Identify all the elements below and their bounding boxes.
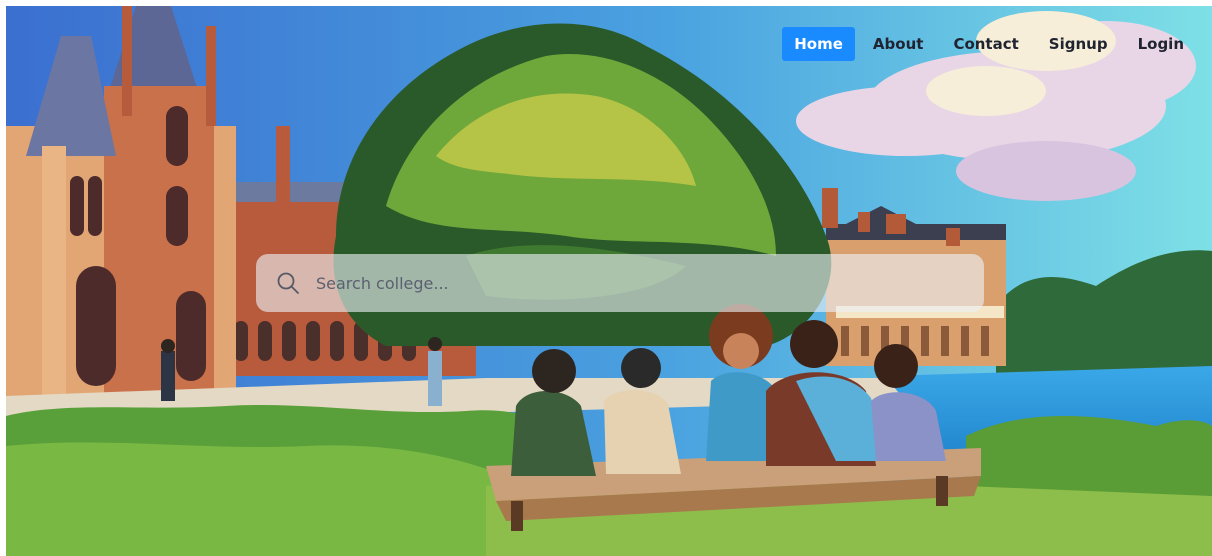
search-input[interactable] <box>314 272 918 294</box>
main-nav: Home About Contact Signup Login <box>782 27 1196 61</box>
nav-login[interactable]: Login <box>1126 27 1196 61</box>
nav-home[interactable]: Home <box>782 27 855 61</box>
nav-contact[interactable]: Contact <box>941 27 1030 61</box>
nav-signup[interactable]: Signup <box>1037 27 1120 61</box>
page-frame: Home About Contact Signup Login <box>6 6 1212 556</box>
search-icon <box>277 272 299 294</box>
search-bar[interactable] <box>256 254 984 312</box>
nav-about[interactable]: About <box>861 27 936 61</box>
